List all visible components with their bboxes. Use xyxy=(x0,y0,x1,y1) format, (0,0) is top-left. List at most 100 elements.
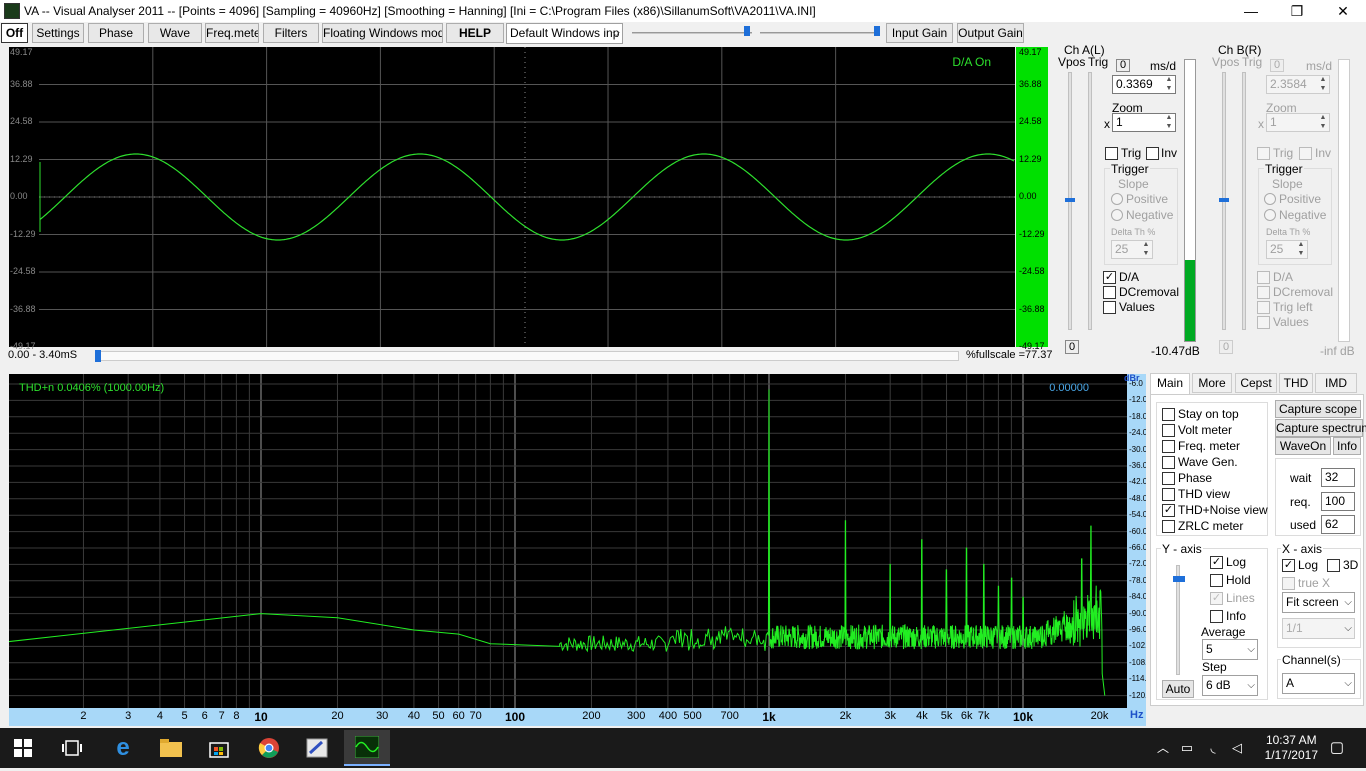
option-checkbox[interactable] xyxy=(1162,424,1175,437)
spin-down-icon[interactable]: ▼ xyxy=(1163,85,1175,93)
channel-a-positive-radio[interactable] xyxy=(1111,193,1123,205)
y-info-checkbox[interactable] xyxy=(1210,610,1223,623)
channel-b-trig-checkbox[interactable] xyxy=(1257,147,1270,160)
channel-b-bottom-zero[interactable]: 0 xyxy=(1219,340,1233,354)
capture-scope-button[interactable]: Capture scope xyxy=(1275,400,1361,418)
tab-main[interactable]: Main xyxy=(1150,373,1190,395)
filters-button[interactable]: Filters xyxy=(263,23,319,43)
channel-b-inv-checkbox[interactable] xyxy=(1299,147,1312,160)
lines-checkbox[interactable]: ✓ xyxy=(1210,592,1223,605)
ratio-select[interactable]: 1/1 ⌵ xyxy=(1282,618,1355,639)
waveon-button[interactable]: WaveOn xyxy=(1275,437,1331,455)
option-checkbox[interactable] xyxy=(1162,472,1175,485)
3d-checkbox[interactable] xyxy=(1327,559,1340,572)
option-checkbox[interactable]: ✓ xyxy=(1162,504,1175,517)
used-field[interactable]: 62 xyxy=(1321,515,1355,534)
system-clock[interactable]: 10:37 AM 1/17/2017 xyxy=(1265,733,1318,763)
edge-browser-icon[interactable]: e xyxy=(100,730,146,766)
y-axis-slider-thumb[interactable] xyxy=(1173,576,1185,582)
spin-up-icon[interactable]: ▲ xyxy=(1317,76,1329,84)
channel-a-trig-checkbox[interactable] xyxy=(1105,147,1118,160)
help-button[interactable]: HELP xyxy=(446,23,504,43)
paint-app-icon[interactable] xyxy=(294,730,340,766)
truex-checkbox[interactable] xyxy=(1282,577,1295,590)
off-button[interactable]: Off xyxy=(1,23,28,43)
tab-cepst[interactable]: Cepst xyxy=(1235,373,1277,393)
spin-up-icon[interactable]: ▲ xyxy=(1163,114,1175,122)
input-gain-button[interactable]: Input Gain xyxy=(886,23,953,43)
spin-down-icon[interactable]: ▼ xyxy=(1317,123,1329,131)
channel-b-negative-radio[interactable] xyxy=(1264,209,1276,221)
close-button[interactable]: ✕ xyxy=(1320,0,1366,22)
auto-button[interactable]: Auto xyxy=(1162,680,1194,698)
channel-a-ms-spinner[interactable]: 0.3369 ▲ ▼ xyxy=(1112,75,1176,94)
channel-a-bottom-zero[interactable]: 0 xyxy=(1065,340,1079,354)
spin-up-icon[interactable]: ▲ xyxy=(1317,114,1329,122)
channel-b-zero-box[interactable]: 0 xyxy=(1270,59,1284,72)
tab-thd[interactable]: THD xyxy=(1279,373,1313,393)
spin-down-icon[interactable]: ▼ xyxy=(1163,123,1175,131)
oscilloscope-display[interactable]: D/A On xyxy=(9,47,1015,347)
input-level-slider[interactable] xyxy=(632,32,752,34)
step-select[interactable]: 6 dB ⌵ xyxy=(1202,675,1258,696)
channel-b-da-checkbox[interactable] xyxy=(1257,271,1270,284)
channel-select[interactable]: A ⌵ xyxy=(1282,673,1355,694)
wave-button[interactable]: Wave xyxy=(148,23,202,43)
channel-b-dcremoval-checkbox[interactable] xyxy=(1257,286,1270,299)
channel-b-positive-radio[interactable] xyxy=(1264,193,1276,205)
channel-a-vpos-thumb[interactable] xyxy=(1065,198,1075,202)
phase-button[interactable]: Phase xyxy=(88,23,144,43)
req-field[interactable]: 100 xyxy=(1321,492,1355,511)
channel-a-zero-box[interactable]: 0 xyxy=(1116,59,1130,72)
windows-start-icon[interactable] xyxy=(0,730,46,766)
floating-windows-button[interactable]: Floating Windows mode xyxy=(322,23,443,43)
channel-a-values-checkbox[interactable] xyxy=(1103,301,1116,314)
average-select[interactable]: 5 ⌵ xyxy=(1202,639,1258,660)
output-level-slider[interactable] xyxy=(760,32,880,34)
store-icon[interactable] xyxy=(196,730,242,766)
input-level-thumb[interactable] xyxy=(744,26,750,36)
channel-a-trig-slider[interactable] xyxy=(1088,72,1092,330)
channel-b-vpos-thumb[interactable] xyxy=(1219,198,1229,202)
freqmeter-button[interactable]: Freq.meter xyxy=(205,23,259,43)
channel-b-delta-spinner[interactable]: 25 ▲ ▼ xyxy=(1266,240,1308,259)
chevron-up-icon[interactable]: ︿ xyxy=(1152,730,1174,766)
output-level-thumb[interactable] xyxy=(874,26,880,36)
channel-a-dcremoval-checkbox[interactable] xyxy=(1103,286,1116,299)
spin-down-icon[interactable]: ▼ xyxy=(1317,85,1329,93)
channel-b-trigleft-checkbox[interactable] xyxy=(1257,301,1270,314)
channel-a-delta-spinner[interactable]: 25 ▲ ▼ xyxy=(1111,240,1153,259)
option-checkbox[interactable] xyxy=(1162,488,1175,501)
channel-a-negative-radio[interactable] xyxy=(1111,209,1123,221)
spin-up-icon[interactable]: ▲ xyxy=(1163,76,1175,84)
fit-screen-select[interactable]: Fit screen ⌵ xyxy=(1282,592,1355,613)
channel-b-zoom-spinner[interactable]: 1 ▲ ▼ xyxy=(1266,113,1330,132)
visual-analyser-taskbar-icon[interactable] xyxy=(344,730,390,766)
hold-checkbox[interactable] xyxy=(1210,574,1223,587)
restore-button[interactable]: ❐ xyxy=(1274,0,1320,22)
file-explorer-icon[interactable] xyxy=(148,730,194,766)
y-log-checkbox[interactable]: ✓ xyxy=(1210,556,1223,569)
channel-a-zoom-spinner[interactable]: 1 ▲ ▼ xyxy=(1112,113,1176,132)
notification-icon[interactable]: ▢ xyxy=(1322,730,1352,766)
spin-down-icon[interactable]: ▼ xyxy=(1140,250,1152,258)
chrome-icon[interactable] xyxy=(246,730,292,766)
info-button[interactable]: Info xyxy=(1333,437,1361,455)
channel-b-values-checkbox[interactable] xyxy=(1257,316,1270,329)
spin-up-icon[interactable]: ▲ xyxy=(1295,241,1307,249)
volume-icon[interactable]: ◁ xyxy=(1226,730,1248,766)
channel-b-ms-spinner[interactable]: 2.3584 ▲ ▼ xyxy=(1266,75,1330,94)
option-checkbox[interactable] xyxy=(1162,456,1175,469)
spin-up-icon[interactable]: ▲ xyxy=(1140,241,1152,249)
settings-button[interactable]: Settings xyxy=(32,23,84,43)
capture-spectrum-button[interactable]: Capture spectrum xyxy=(1275,419,1366,437)
spin-down-icon[interactable]: ▼ xyxy=(1295,250,1307,258)
channel-b-trig-slider[interactable] xyxy=(1242,72,1246,330)
channel-a-da-checkbox[interactable]: ✓ xyxy=(1103,271,1116,284)
task-view-icon[interactable] xyxy=(49,730,95,766)
tab-imd[interactable]: IMD xyxy=(1315,373,1357,393)
time-scrollbar[interactable] xyxy=(95,351,959,361)
minimize-button[interactable]: — xyxy=(1228,0,1274,22)
wait-field[interactable]: 32 xyxy=(1321,468,1355,487)
x-log-checkbox[interactable]: ✓ xyxy=(1282,559,1295,572)
